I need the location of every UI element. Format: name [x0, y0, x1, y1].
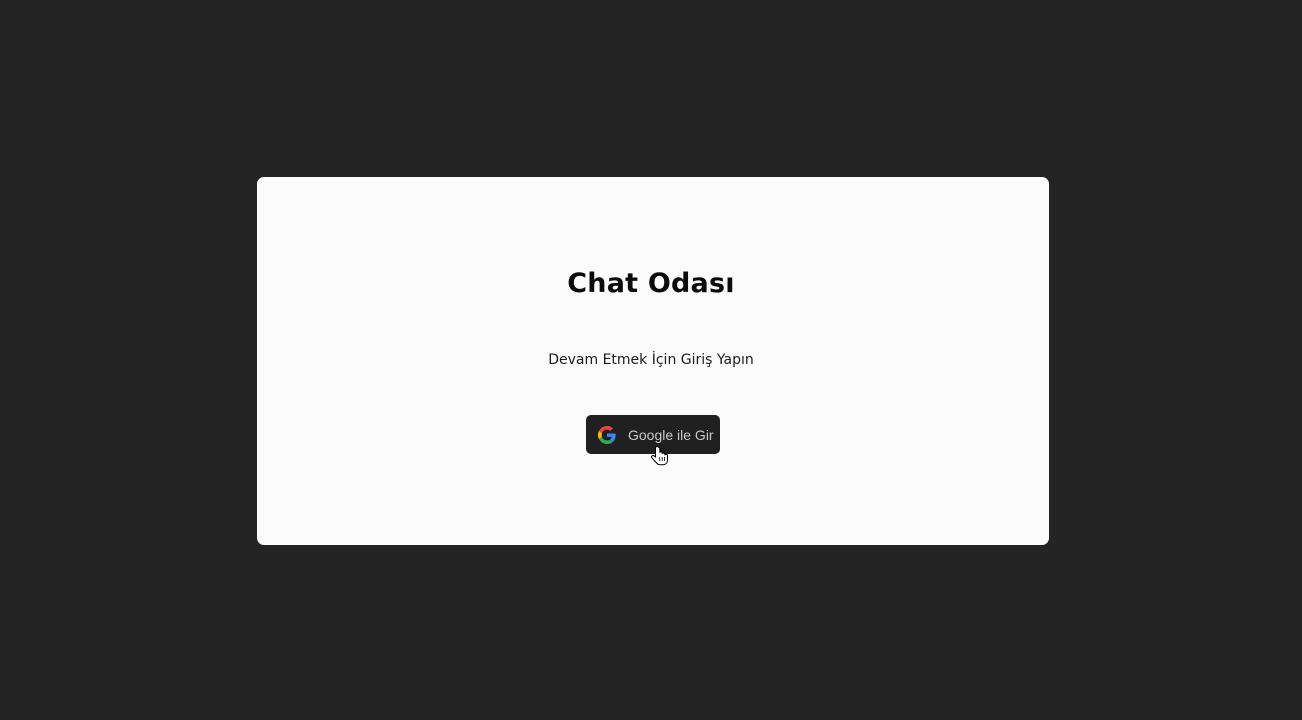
google-icon: [598, 425, 616, 444]
google-login-label: Google ile Gir: [628, 426, 714, 443]
page-title: Chat Odası: [567, 268, 735, 299]
page: Chat Odası Devam Etmek İçin Giriş Yapın …: [0, 0, 1302, 720]
login-subtitle: Devam Etmek İçin Giriş Yapın: [548, 352, 754, 368]
google-login-button[interactable]: Google ile Gir: [586, 415, 720, 454]
